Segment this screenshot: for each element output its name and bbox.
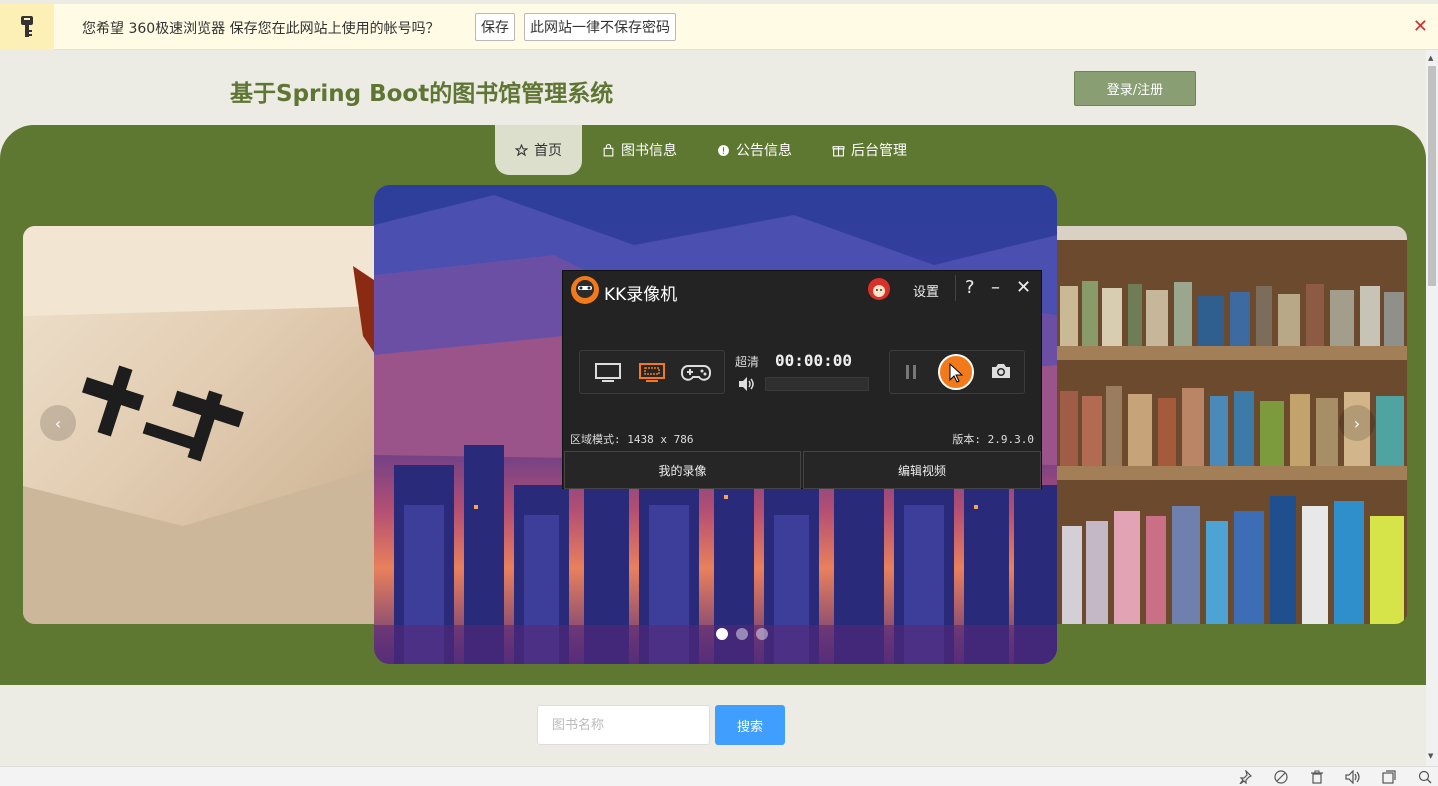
fullscreen-mode-icon[interactable] [592, 360, 624, 386]
nav-item-label: 首页 [534, 143, 562, 159]
close-icon[interactable]: ✕ [1016, 277, 1031, 298]
gift-icon [832, 145, 845, 156]
kk-recorder-window: KK录像机 设置 ? – ✕ 超清 00:00:00 区域模式: 1438 x … [562, 270, 1042, 489]
page-scrollbar[interactable]: ▲ ▼ [1426, 50, 1438, 766]
site-title: 基于Spring Boot的图书馆管理系统 [230, 81, 614, 107]
zoom-icon[interactable] [1418, 770, 1432, 784]
avatar-icon[interactable] [867, 277, 891, 301]
password-save-bar: 您希望 360极速浏览器 保存您在此网站上使用的帐号吗？ 保存 此网站一律不保存… [0, 4, 1438, 50]
star-icon [515, 143, 528, 156]
login-register-button[interactable]: 登录/注册 [1074, 71, 1196, 106]
nav-item-book-info[interactable]: 图书信息 [582, 125, 697, 175]
kk-title-divider [955, 275, 956, 301]
volume-icon[interactable] [737, 376, 755, 392]
carousel-dot-2[interactable] [736, 628, 748, 640]
alert-icon [718, 144, 729, 156]
nav-item-admin[interactable]: 后台管理 [812, 125, 927, 175]
nav-item-announcements[interactable]: 公告信息 [697, 125, 812, 175]
carousel-indicators [716, 628, 768, 640]
kk-logo-icon [571, 276, 599, 304]
volume-level-bar[interactable] [765, 377, 869, 391]
nav-item-label: 后台管理 [851, 143, 907, 159]
recording-timer: 00:00:00 [775, 351, 853, 370]
edit-video-button[interactable]: 编辑视频 [803, 451, 1041, 489]
kk-title: KK录像机 [604, 285, 678, 305]
carousel-next-button[interactable]: › [1339, 405, 1375, 441]
book-name-search-input[interactable] [537, 705, 710, 745]
main-nav: 首页 图书信息 公告信息 后台管理 [495, 125, 927, 175]
game-mode-icon[interactable] [680, 360, 712, 386]
search-button[interactable]: 搜索 [715, 705, 785, 745]
no-sound-icon[interactable] [1274, 770, 1288, 784]
cursor-icon [949, 363, 963, 383]
scrollbar-thumb[interactable] [1428, 66, 1436, 286]
my-recordings-button[interactable]: 我的录像 [564, 451, 801, 489]
browser-status-bar [0, 766, 1438, 786]
scroll-up-arrow-icon[interactable]: ▲ [1428, 54, 1433, 62]
camera-icon[interactable] [990, 362, 1012, 380]
carousel-dot-3[interactable] [756, 628, 768, 640]
never-save-password-button[interactable]: 此网站一律不保存密码 [524, 13, 676, 41]
nav-item-label: 图书信息 [621, 143, 677, 159]
kk-mode-selector [579, 350, 725, 394]
speaker-icon[interactable] [1345, 770, 1361, 784]
nav-item-label: 公告信息 [736, 143, 792, 159]
window-icon[interactable] [1382, 770, 1396, 784]
trash-icon[interactable] [1310, 770, 1324, 784]
carousel-slide-book-cover[interactable] [23, 226, 383, 624]
close-icon[interactable]: ✕ [1413, 16, 1428, 37]
region-mode-icon[interactable] [636, 360, 668, 386]
pause-icon[interactable] [904, 363, 918, 381]
nav-item-home[interactable]: 首页 [495, 125, 582, 175]
password-save-message: 您希望 360极速浏览器 保存您在此网站上使用的帐号吗？ [82, 21, 440, 37]
pin-icon[interactable] [1238, 770, 1252, 784]
scroll-down-arrow-icon[interactable]: ▼ [1428, 752, 1433, 760]
minimize-icon[interactable]: – [991, 277, 1000, 298]
kk-settings-button[interactable]: 设置 [913, 281, 939, 300]
carousel-dot-1[interactable] [716, 628, 728, 640]
help-icon[interactable]: ? [965, 277, 975, 298]
quality-selector[interactable]: 超清 [735, 353, 759, 370]
save-password-button[interactable]: 保存 [475, 13, 515, 41]
carousel-prev-button[interactable]: ‹ [40, 405, 76, 441]
bag-icon [603, 143, 614, 156]
key-icon [0, 4, 54, 50]
region-mode-info: 区域模式: 1438 x 786 [570, 433, 694, 446]
version-info: 版本: 2.9.3.0 [952, 433, 1034, 446]
